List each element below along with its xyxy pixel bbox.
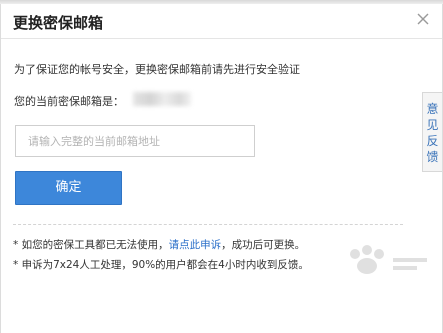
masked-email-value	[133, 92, 191, 106]
note-appeal-prefix: * 如您的密保工具都已无法使用，	[13, 239, 169, 251]
current-email-label: 您的当前密保邮箱是：	[14, 95, 124, 108]
appeal-link[interactable]: 请点此申诉	[169, 239, 222, 251]
dialog-titlebar: 更换密保邮箱	[1, 4, 442, 39]
note-appeal-processing: * 申诉为7x24人工处理，90%的用户都会在4小时内收到反馈。	[13, 259, 309, 271]
current-email-input[interactable]	[15, 125, 255, 157]
feedback-tab[interactable]: 意见反馈	[422, 92, 442, 172]
change-email-dialog: 更换密保邮箱 为了保证您的帐号安全，更换密保邮箱前请先进行安全验证 您的当前密保…	[0, 4, 443, 333]
watermark-logo	[341, 240, 433, 280]
security-intro-text: 为了保证您的帐号安全，更换密保邮箱前请先进行安全验证	[14, 63, 300, 76]
close-icon[interactable]	[414, 10, 432, 28]
note-appeal: * 如您的密保工具都已无法使用，请点此申诉，成功后可更换。	[13, 237, 305, 252]
confirm-button[interactable]: 确定	[15, 171, 122, 205]
dialog-title: 更换密保邮箱	[13, 14, 104, 32]
divider	[13, 224, 403, 225]
note-appeal-suffix: ，成功后可更换。	[221, 239, 306, 251]
